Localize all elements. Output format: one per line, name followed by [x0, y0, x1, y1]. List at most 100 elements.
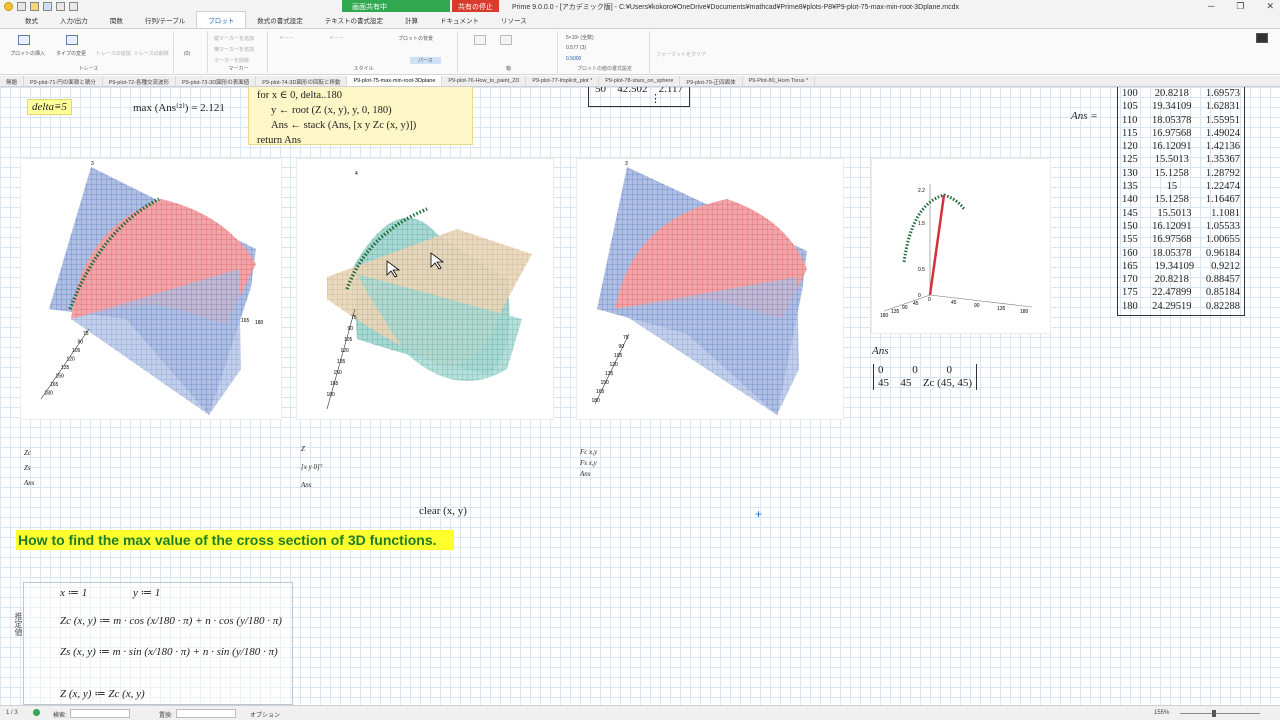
screen-sharing-indicator[interactable]: 画面共有中: [342, 0, 450, 12]
table-cell: 120: [1122, 141, 1138, 153]
table-cell: 135: [1122, 181, 1138, 193]
change-type-icon[interactable]: [66, 35, 78, 45]
ans-matrix-small[interactable]: 0 0 0 45 45 Zc (45, 45): [873, 364, 977, 390]
close-icon[interactable]: ✕: [1266, 1, 1274, 12]
document-tab[interactable]: P9-plot-75-max-min-root-3Dplane: [347, 76, 443, 86]
worksheet[interactable]: delta≡5 max (Ans⁽²⁾) = 2.121 for x ∈ 0, …: [0, 87, 1280, 705]
z-tick: 150: [56, 374, 65, 380]
clear-format-button[interactable]: フォーマットをクリア: [656, 51, 706, 58]
section-heading[interactable]: How to find the max value of the cross s…: [16, 530, 454, 550]
change-type-button[interactable]: タイプの変更: [56, 50, 86, 57]
search-input[interactable]: [70, 709, 130, 718]
table-cell: 16.97568: [1151, 127, 1192, 139]
insert-plot-button[interactable]: プロットの挿入: [10, 50, 45, 57]
redo-icon[interactable]: [69, 2, 78, 11]
axes-style-icon[interactable]: [474, 35, 486, 45]
axis-tick: 2.2: [918, 188, 925, 194]
document-tab[interactable]: P9-Plot-80_Horn Torus *: [743, 76, 816, 86]
add-vertical-marker-button[interactable]: 縦マーカーを追加: [214, 35, 254, 42]
open-folder-icon[interactable]: [30, 2, 39, 11]
menu-tab[interactable]: リソース: [490, 12, 538, 28]
document-tab[interactable]: P9-plot-71-円の面積と積分: [24, 76, 103, 86]
document-tab[interactable]: P9-plot-76-How_to_paint_2D: [442, 76, 527, 86]
3d-plot-root-plane[interactable]: 4 75 90 105 120 135 150 165 180: [296, 158, 554, 420]
trace-group-label: トレース: [78, 66, 99, 72]
options-button[interactable]: オプション: [250, 710, 280, 719]
plot-2-canvas: 4 75 90 105 120 135 150 165 180: [327, 171, 532, 410]
3d-plot-fc-fs[interactable]: 3 75 90 105 120 135 150 165 180: [576, 158, 844, 420]
delta-definition[interactable]: delta≡5: [27, 99, 72, 115]
y-definition[interactable]: y ≔ 1: [133, 586, 160, 599]
table-cell: 22.47899: [1152, 287, 1192, 299]
table-cell: 180: [1122, 300, 1138, 312]
menu-tab[interactable]: テキストの書式設定: [314, 12, 394, 28]
document-tab[interactable]: 無題: [0, 76, 25, 86]
replace-input[interactable]: [176, 709, 236, 718]
save-icon[interactable]: [43, 2, 52, 11]
menu-tab[interactable]: ドキュメント: [429, 12, 490, 28]
menu-tab[interactable]: プロット: [196, 11, 247, 28]
clear-expression[interactable]: clear (x, y): [419, 505, 467, 517]
program-block[interactable]: for x ∈ 0, delta..180 y ← root (Z (x, y)…: [248, 87, 473, 146]
ans-small-label: Ans: [872, 345, 889, 357]
table-cell: 15.5013: [1154, 154, 1189, 166]
document-tab[interactable]: P9-plot-72-各種交流波形: [103, 76, 176, 86]
z-tick: 120: [341, 348, 350, 354]
graduation-cap-icon[interactable]: [1256, 33, 1268, 43]
document-tabs: 無題 P9-plot-71-円の面積と積分 P9-plot-72-各種交流波形 P9-…: [0, 76, 1280, 87]
legend-item: Fc x,y: [580, 448, 598, 456]
3d-plot-ans-small[interactable]: 2.2 1.5 0.5 0 0 45 90 135 180 180 135 90 45: [871, 158, 1051, 334]
maximize-icon[interactable]: ❐: [1236, 1, 1244, 12]
insert-plot-icon[interactable]: [18, 35, 30, 45]
marker-group: 縦マーカーを追加 横マーカーを追加 マーカーを削除 マーカー: [210, 31, 268, 73]
zc-definition[interactable]: Zc (x, y) ≔ m · cos (x/180 · π) + n · co…: [60, 614, 282, 627]
menu-tab[interactable]: 数式: [14, 12, 49, 28]
result-matrix-top[interactable]: 50 42.502 2.117 ⋮: [588, 87, 690, 107]
delete-marker-button[interactable]: マーカーを削除: [214, 57, 249, 64]
table-row: 105 19.34109 1.62831: [1122, 100, 1240, 113]
perspective-button[interactable]: パース: [410, 57, 441, 64]
add-horizontal-marker-button[interactable]: 横マーカーを追加: [214, 46, 254, 53]
matrix-cell: 45: [878, 377, 889, 389]
menu-tab[interactable]: 数式の書式設定: [246, 12, 314, 28]
plot-background-button[interactable]: プロットの背景: [398, 35, 433, 42]
z-tick: 180: [45, 391, 54, 397]
document-tab[interactable]: P9-plot-77-Implicit_plot *: [526, 76, 600, 86]
menu-tab[interactable]: 行列/テーブル: [134, 12, 196, 28]
zs-definition[interactable]: Zs (x, y) ≔ m · sin (x/180 · π) + n · si…: [60, 645, 278, 658]
axis-tick: 0: [918, 293, 921, 299]
document-tab[interactable]: P9-plot-73-3D図形の表面値: [176, 76, 257, 86]
axis-value-group: (0): [176, 31, 208, 73]
table-cell: 20.8218: [1154, 88, 1189, 99]
value-field[interactable]: 0.5000: [566, 56, 581, 62]
3d-plot-zc-zs[interactable]: 3 165 180 75 90 105 120 135 150 165 180: [20, 158, 282, 420]
undo-icon[interactable]: [56, 2, 65, 11]
legend-item: Ans: [580, 470, 591, 478]
max-expression[interactable]: max (Ans⁽²⁾) = 2.121: [133, 101, 225, 114]
zoom-slider[interactable]: [1180, 713, 1260, 714]
z-definition-partial[interactable]: Z (x, y) ≔ Zc (x, y): [60, 687, 145, 700]
menu-tab[interactable]: 関数: [99, 12, 134, 28]
table-cell: 1.00655: [1205, 234, 1240, 246]
zoom-slider-thumb[interactable]: [1212, 710, 1216, 717]
replace-label: 置換:: [159, 713, 173, 719]
document-tab[interactable]: P9-plot-78-stars_on_sphere: [599, 76, 681, 86]
document-tab[interactable]: P9-plot-74-3D図形の回転と移動: [256, 76, 348, 86]
decimals-select[interactable]: 0.577 (3): [566, 45, 586, 51]
menu-tab[interactable]: 計算: [394, 12, 429, 28]
menu-tab[interactable]: 入力/出力: [49, 12, 99, 28]
value-format-group: 5×10² (全数) 0.577 (3) 0.5000 プロットの値の書式設定: [560, 31, 650, 73]
stop-sharing-button[interactable]: 共有の停止: [452, 0, 499, 12]
number-format-select[interactable]: 5×10² (全数): [566, 34, 594, 41]
new-file-icon[interactable]: [17, 2, 26, 11]
x-definition[interactable]: x ≔ 1: [60, 586, 87, 599]
axes-limits-icon[interactable]: [500, 35, 512, 45]
remove-trace-button[interactable]: トレースの削除: [134, 50, 169, 57]
document-tab[interactable]: P9-plot-79-正四面体: [680, 76, 743, 86]
z-tick: 180: [592, 398, 601, 404]
add-trace-button[interactable]: トレースの追加: [96, 50, 131, 57]
table-cell: 1.69573: [1205, 88, 1240, 99]
minimize-icon[interactable]: ─: [1208, 1, 1214, 12]
table-cell: 1.1081: [1211, 207, 1240, 219]
ans-matrix[interactable]: 100 20.8218 1.69573 105 19.34109 1.62831 110 18…: [1117, 87, 1245, 317]
